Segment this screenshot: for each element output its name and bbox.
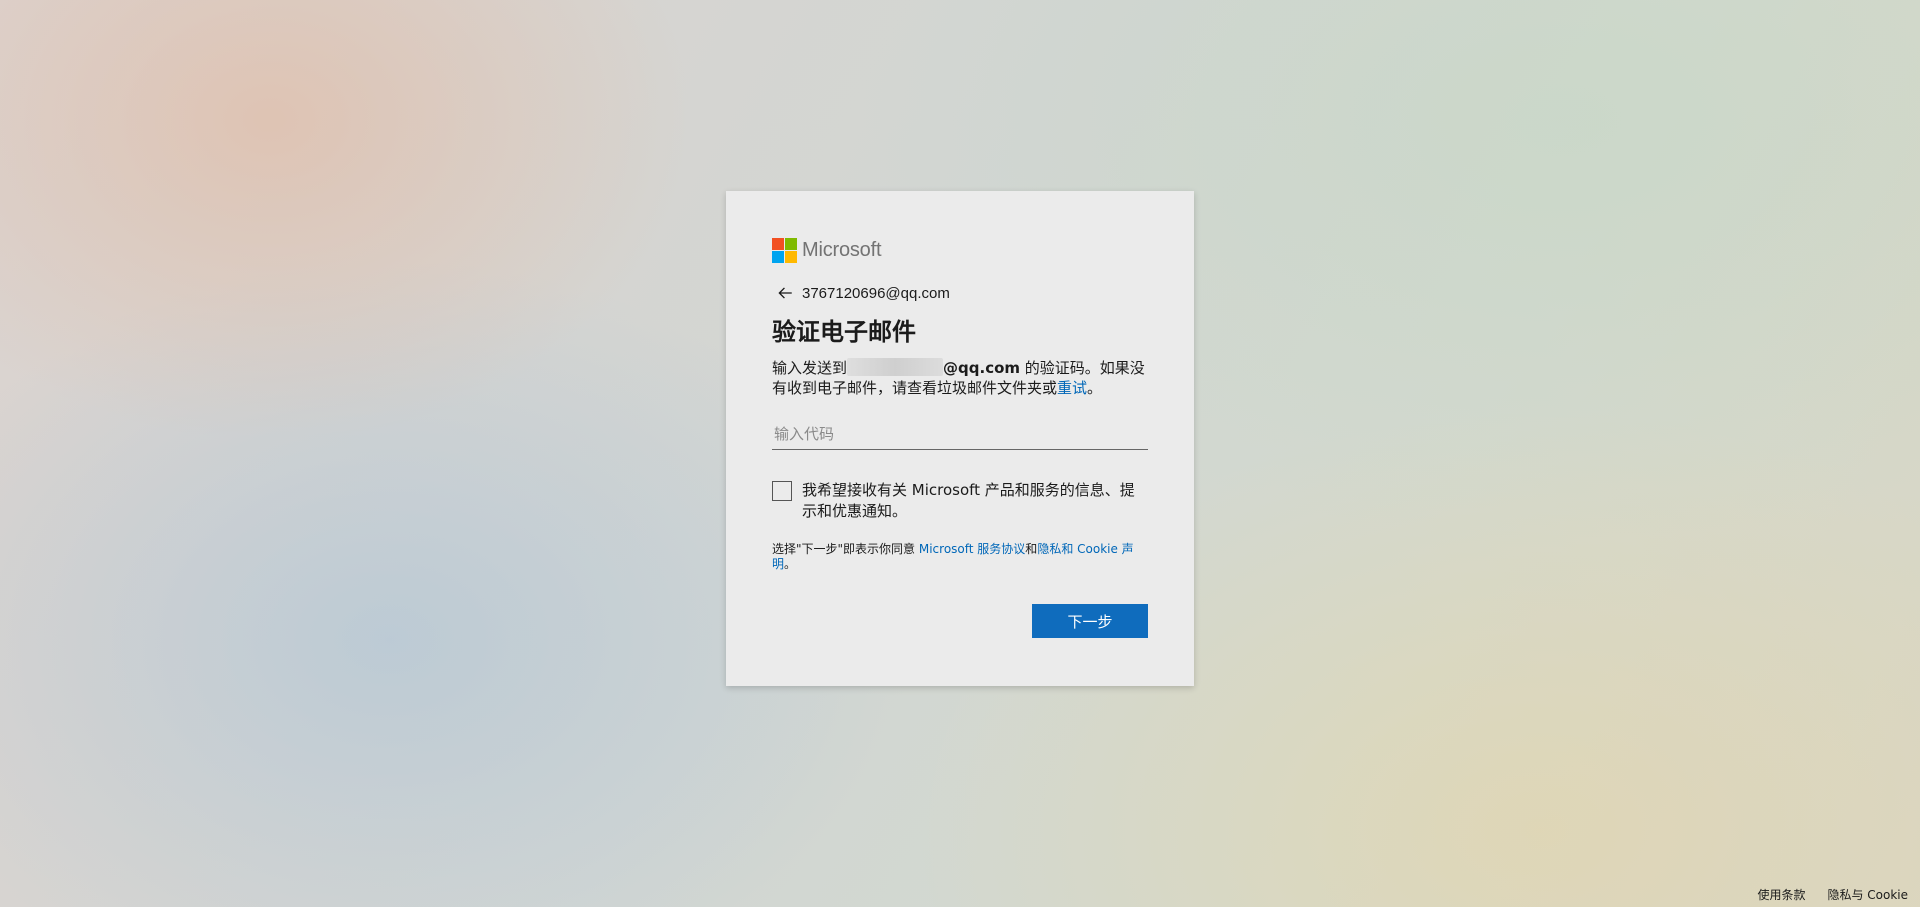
- microsoft-logo-icon: [772, 238, 797, 263]
- retry-link[interactable]: 重试: [1057, 379, 1087, 397]
- back-arrow-icon[interactable]: [776, 284, 794, 302]
- code-input[interactable]: [772, 418, 1148, 450]
- microsoft-logo: Microsoft: [772, 237, 1148, 264]
- description-prefix: 输入发送到: [772, 359, 848, 377]
- terms-suffix: 。: [784, 557, 797, 571]
- consent-row: 我希望接收有关 Microsoft 产品和服务的信息、提示和优惠通知。: [772, 480, 1148, 522]
- consent-checkbox[interactable]: [772, 481, 792, 501]
- next-button[interactable]: 下一步: [1032, 604, 1148, 638]
- terms-and: 和: [1025, 542, 1038, 556]
- identity-banner[interactable]: 3767120696@qq.com: [772, 283, 1148, 303]
- service-agreement-link[interactable]: Microsoft 服务协议: [919, 542, 1025, 556]
- footer-privacy-link[interactable]: 隐私与 Cookie: [1827, 886, 1908, 903]
- terms-prefix: 选择"下一步"即表示你同意: [772, 542, 919, 556]
- masked-email: [847, 358, 944, 376]
- sign-in-card: Microsoft 3767120696@qq.com 验证电子邮件 输入发送到…: [726, 191, 1194, 686]
- terms-notice: 选择"下一步"即表示你同意 Microsoft 服务协议和隐私和 Cookie …: [772, 542, 1148, 572]
- page-title: 验证电子邮件: [772, 318, 916, 346]
- description-email-domain: @qq.com: [943, 359, 1021, 377]
- page-footer: 使用条款 隐私与 Cookie: [1757, 886, 1908, 903]
- logo-text: Microsoft: [802, 239, 882, 261]
- footer-terms-link[interactable]: 使用条款: [1757, 886, 1805, 903]
- consent-label[interactable]: 我希望接收有关 Microsoft 产品和服务的信息、提示和优惠通知。: [802, 480, 1142, 522]
- description-suffix: 。: [1087, 379, 1103, 397]
- identity-email: 3767120696@qq.com: [802, 284, 950, 302]
- description: 输入发送到 @qq.com 的验证码。如果没有收到电子邮件，请查看垃圾邮件文件夹或…: [772, 358, 1152, 398]
